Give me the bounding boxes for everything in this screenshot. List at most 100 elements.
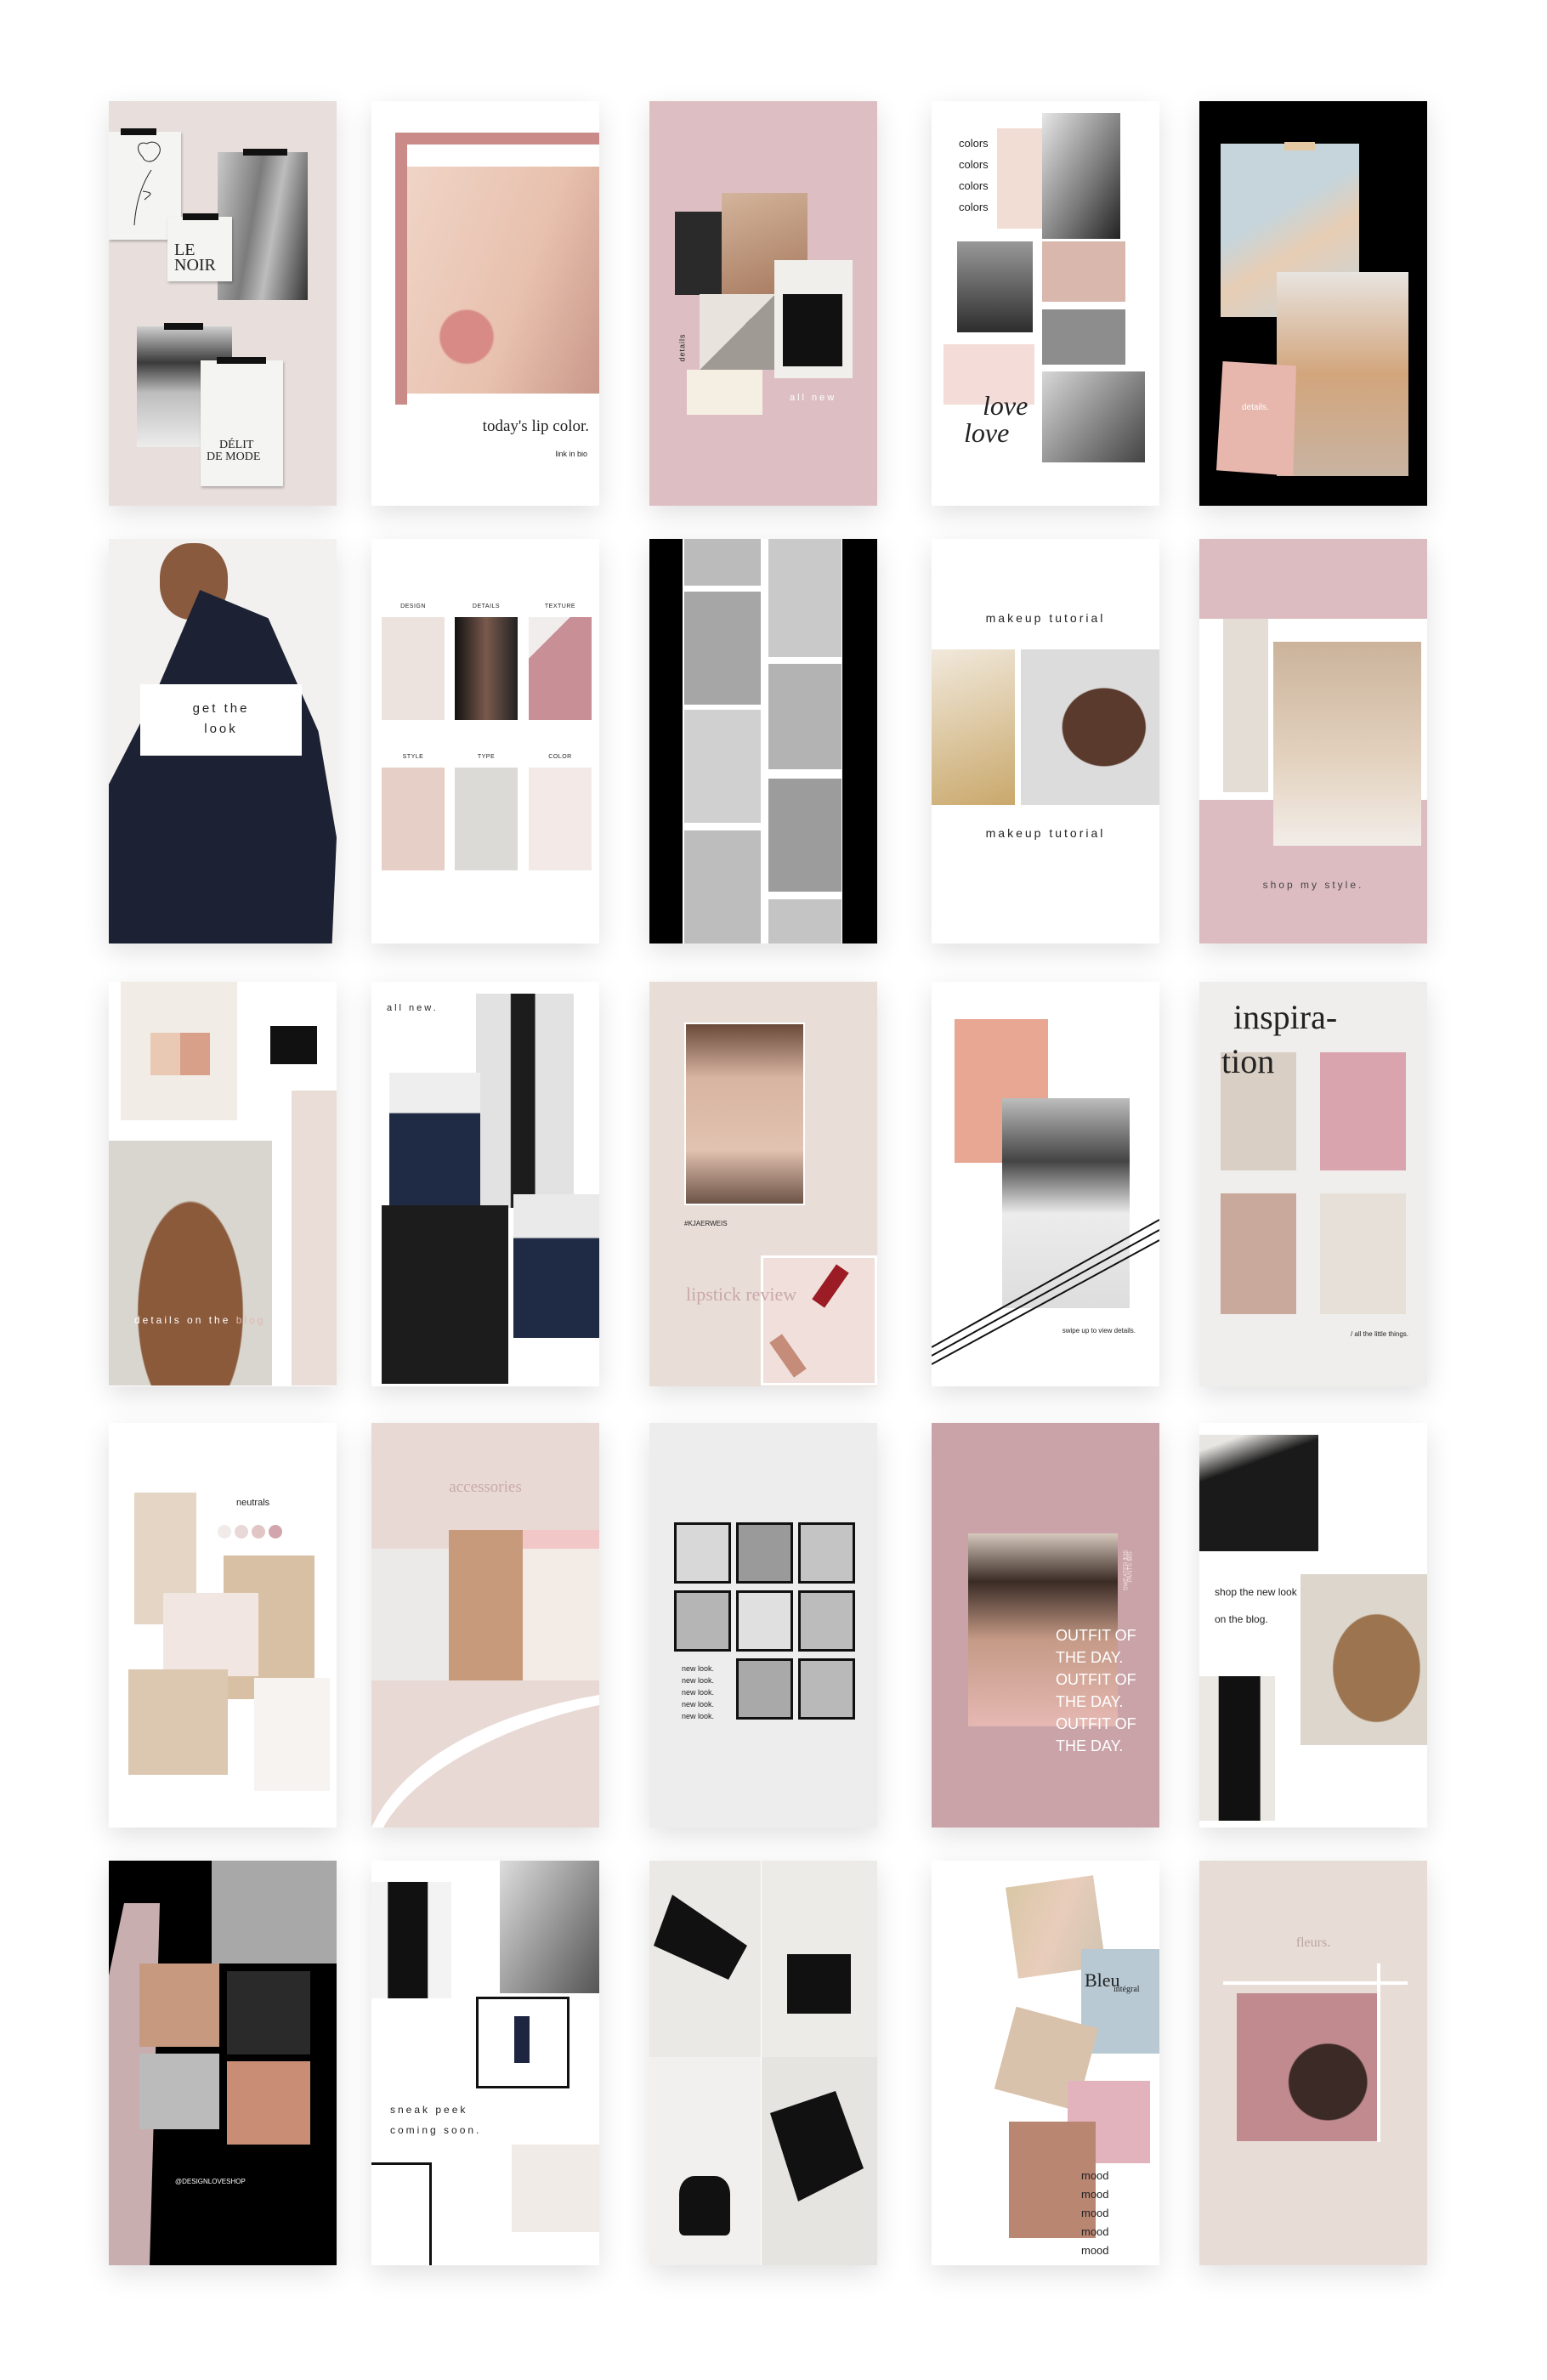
new-look-line: new look. [682,1676,715,1685]
label-color: COLOR [548,754,572,760]
le-noir-card: LE NOIR [167,217,232,281]
bag-shape [679,2176,730,2236]
photo-knit-sweater [1273,642,1421,846]
photo-portrait [1021,649,1159,805]
hashtag: #KJAERWEIS [684,1220,728,1227]
story-template-neutrals: neutrals [109,1423,337,1828]
tape [121,128,156,135]
photo-water [736,1590,793,1652]
caption-text: details on the [134,1314,231,1326]
photo-buttons [798,1658,855,1720]
photo-black-boots [249,1005,335,1088]
story-template-fleurs: fleurs. [1199,1861,1427,2265]
photo-woman-hiding [1277,272,1408,476]
photo-architecture [1221,1193,1296,1314]
photo-dark-coat [109,590,337,944]
nude-column [292,1091,337,1386]
title-part2: tion [1221,1042,1275,1080]
photo-perfume-framed [371,2162,432,2265]
mood-line: mood [1081,2169,1109,2182]
photo-coat [684,539,761,586]
story-template-bags [649,1861,877,2265]
bag-shape [770,2091,864,2202]
story-template-mood-grid: DESIGN DETAILS TEXTURE STYLE TYPE COLOR [371,539,599,944]
pink-brush-frame-vertical [395,133,407,405]
caption: swipe up to view details. [1062,1327,1136,1334]
pink-brush-frame-horizontal [395,133,599,144]
photo-pink-bag [227,2061,310,2145]
photo-profile [736,1522,793,1584]
caption: all new. [387,1003,439,1013]
label-details: DETAILS [472,604,501,609]
story-template-details-on-blog: details on the blog [109,982,337,1386]
bag-shape [654,1895,747,1980]
photo-flowers [1320,1052,1406,1170]
photo-black-boots [371,1882,451,1998]
title-part1: inspira- [1233,998,1338,1036]
love-script: love [964,417,1010,448]
story-template-all-new: details all new [649,101,877,506]
line1: shop the new look [1215,1586,1297,1598]
bag-shape [787,1954,851,2014]
photo-black-bag-open [1199,1435,1318,1551]
red-lipstick [812,1264,849,1308]
title: fleurs. [1295,1935,1331,1950]
ootd-line: THE DAY. [1056,1737,1124,1754]
caption-accent: blog [235,1314,266,1326]
tape [183,213,218,220]
tape [243,149,287,156]
palette-shades [150,1033,210,1075]
blush-band-top [1199,539,1427,619]
photo-black-bag [675,212,722,295]
story-template-le-noir: LE NOIR DÉLIT DE MODE [109,101,337,506]
photo-leaves [674,1522,731,1584]
colors-word: colors [959,158,989,171]
ootd-line: THE DAY. [1056,1693,1124,1710]
mood-line: mood [1081,2207,1109,2219]
tape-beige [1284,142,1315,150]
ootd-line: OUTFIT OF [1056,1627,1136,1644]
photo-coat [684,710,761,823]
delit-de-mode-card: DÉLIT DE MODE [201,360,283,486]
label-texture: TEXTURE [544,604,576,609]
line2: coming soon. [390,2124,482,2136]
story-template-swipe-up: swipe up to view details. [932,982,1159,1386]
photo-trench [674,1590,731,1652]
mood-line: mood [1081,2244,1109,2257]
label-style: STYLE [402,754,424,760]
swatch-4 [269,1525,282,1538]
photo-legs [1223,619,1268,792]
nude-lipstick [769,1334,807,1378]
photo-coat [768,899,842,944]
photo-coat [768,779,842,892]
story-template-shop-my-style: shop my style. [1199,539,1427,944]
pink-torn-paper [1216,361,1296,476]
photo-face-portrait [684,1023,805,1205]
caption: details on the blog [134,1314,265,1326]
photo-lipsticks [761,1255,877,1386]
photo-lip-sketch [382,617,445,720]
photo-teddy-coat [109,1141,272,1386]
photo-portrait-bw [500,1861,599,1993]
boots-shape [270,1026,317,1064]
photo-hat [139,1964,219,2047]
photo-shapes [700,294,775,370]
photo-earring-portrait [455,617,518,720]
price-pants: PANTS $85 [1127,1551,1134,1583]
story-template-filmstrip [649,539,877,944]
caption: all new [790,393,837,403]
label-type: TYPE [477,754,496,760]
photo-pink-leather [529,617,592,720]
photo-navy-woman [513,1194,599,1338]
photo-coat [684,592,761,705]
story-template-mood: Bleu intégral mood mood mood mood mood [932,1861,1159,2265]
title-line2: look [204,722,238,736]
side-label: details [677,333,687,362]
new-look-line: new look. [682,1664,715,1673]
line1: sneak peek [390,2104,468,2116]
photo-jewelry [1320,1193,1406,1314]
story-template-designloveshop: @DESIGNLOVESHOP [109,1861,337,2265]
story-template-accessories: accessories [371,1423,599,1828]
title: neutrals [236,1498,270,1508]
line2: on the blog. [1215,1613,1268,1625]
